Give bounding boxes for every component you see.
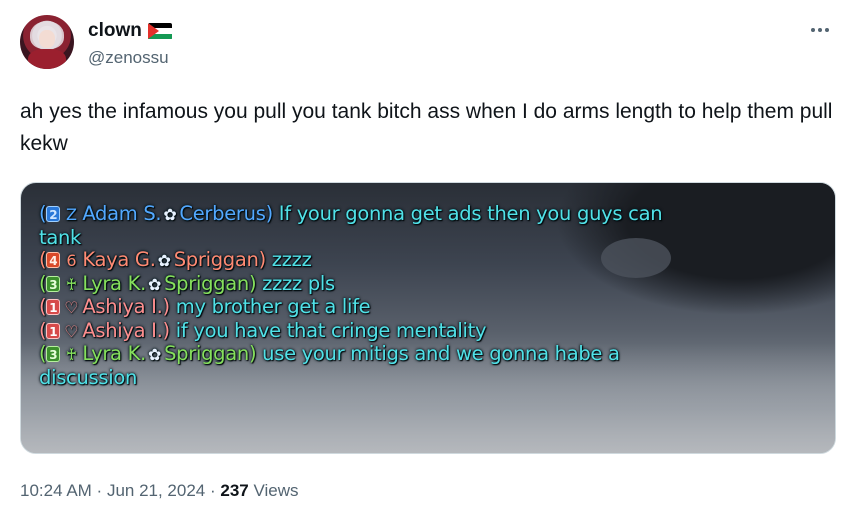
chat-player-name: Lyra K. [82, 271, 146, 295]
chat-line: (3 ♰ Lyra K. ✿ Spriggan) zzzz pls [39, 271, 835, 297]
handle[interactable]: @zenossu [88, 48, 169, 68]
display-name[interactable]: clown [88, 20, 142, 42]
chat-line: (3 ♰ Lyra K. ✿ Spriggan) use your mitigs and… [39, 342, 835, 389]
chat-open-paren: ( [39, 248, 47, 271]
chat-message: zzzz pls [262, 271, 335, 295]
avatar[interactable] [20, 15, 74, 69]
chat-open-paren: ( [39, 295, 47, 318]
party-number-badge: 4 [46, 252, 61, 268]
job-icon: Z [65, 205, 77, 224]
chat-open-paren: ( [39, 342, 47, 365]
chat-message: use your mitigs and we gonna habe a [262, 342, 620, 365]
chat-player-name: Lyra K. [82, 342, 146, 365]
chat-close-paren: ) [265, 202, 274, 225]
party-number-badge: 3 [46, 346, 61, 362]
views-label: Views [248, 481, 299, 500]
chat-message: If your gonna get ads then you guys can [278, 202, 663, 225]
party-number-badge: 3 [46, 275, 61, 292]
more-options-icon[interactable] [806, 20, 834, 40]
job-icon: ♡ [64, 298, 79, 317]
tweet-media-image[interactable]: (2 Z Adam S. ✿ Cerberus) If your gonna get a… [20, 182, 836, 454]
party-number-badge: 1 [46, 322, 61, 339]
job-icon: ♰ [65, 274, 78, 294]
chat-message: if you have that cringe mentality [175, 318, 487, 342]
chat-server-name: Spriggan [164, 342, 249, 365]
chat-message: my brother get a life [175, 295, 371, 318]
chat-line: (4 6 Kaya G. ✿ Spriggan) zzzz [39, 248, 835, 273]
chat-open-paren: ( [39, 318, 47, 342]
tweet-text: ah yes the infamous you pull you tank bi… [20, 100, 833, 155]
server-icon: ✿ [147, 274, 162, 294]
server-icon: ✿ [163, 205, 177, 224]
party-number-badge: 1 [46, 299, 61, 315]
job-icon: 6 [66, 251, 77, 270]
avatar-robe [28, 49, 66, 69]
chat-player-name: Kaya G. [82, 248, 156, 271]
chat-player-name: Adam S. [82, 202, 162, 225]
chat-message-continuation: tank [39, 225, 82, 249]
meta-separator: · [205, 481, 221, 500]
views-count[interactable]: 237 [220, 481, 248, 500]
chat-line: (2 Z Adam S. ✿ Cerberus) If your gonna get a… [39, 202, 835, 249]
server-icon: ✿ [157, 251, 171, 270]
palestine-flag-icon [147, 22, 172, 40]
chat-message: zzzz [271, 248, 312, 271]
party-number-badge: 2 [46, 206, 61, 222]
chat-server-name: Spriggan [173, 248, 259, 271]
chat-close-paren: ) [248, 342, 257, 365]
chat-open-paren: ( [39, 271, 47, 295]
tweet-time[interactable]: 10:24 AM [20, 481, 92, 500]
server-icon: ✿ [147, 345, 162, 364]
chat-close-paren: ) [162, 295, 171, 318]
tweet-header: clown @zenossu [20, 14, 834, 78]
chat-close-paren: ) [248, 271, 257, 295]
game-chat-log: (2 Z Adam S. ✿ Cerberus) If your gonna get a… [39, 202, 835, 389]
avatar-face [39, 30, 55, 48]
tweet-meta: 10:24 AM · Jun 21, 2024 · 237 Views [20, 481, 299, 501]
chat-server-name: Cerberus [179, 202, 266, 225]
tweet-date[interactable]: Jun 21, 2024 [107, 481, 205, 500]
chat-open-paren: ( [39, 202, 47, 225]
job-icon: ♰ [65, 345, 78, 364]
chat-message-continuation: discussion [39, 365, 138, 389]
meta-separator: · [91, 481, 107, 500]
chat-close-paren: ) [258, 248, 267, 271]
chat-close-paren: ) [162, 318, 171, 342]
chat-player-name: Ashiya I. [82, 295, 163, 318]
name-row: clown [88, 20, 172, 42]
chat-line: (1 ♡ Ashiya I.) my brother get a life [39, 295, 835, 320]
chat-line: (1 ♡ Ashiya I.) if you have that cringe me… [39, 318, 835, 344]
job-icon: ♡ [64, 321, 79, 341]
chat-player-name: Ashiya I. [82, 318, 163, 342]
chat-server-name: Spriggan [164, 271, 249, 295]
